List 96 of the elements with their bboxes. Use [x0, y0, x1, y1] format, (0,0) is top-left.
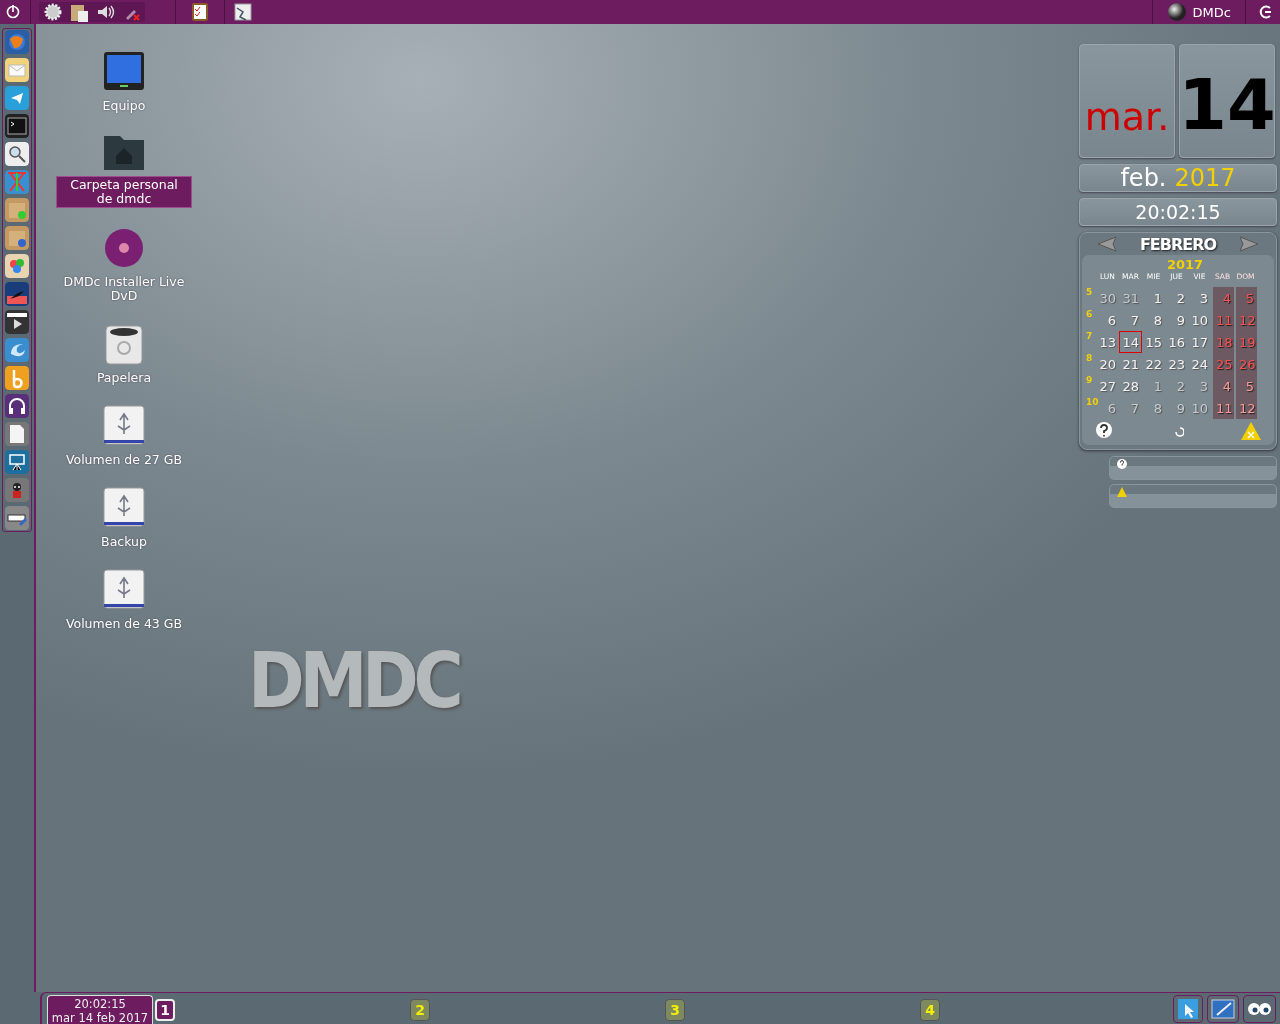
- sphere-icon: [1166, 2, 1187, 22]
- calendar-day[interactable]: 21: [1119, 353, 1142, 375]
- workspace-button[interactable]: 1: [155, 998, 175, 1021]
- help-icon[interactable]: [1094, 421, 1114, 441]
- calendar-day[interactable]: 8: [1150, 397, 1165, 419]
- clipboard-icon[interactable]: [69, 2, 89, 22]
- calendar-day[interactable]: 8: [1150, 309, 1165, 331]
- icon-label[interactable]: Volumen de 27 GB: [61, 452, 187, 468]
- calendar-day[interactable]: 14: [1119, 331, 1142, 353]
- calendar-day[interactable]: 6: [1104, 397, 1119, 419]
- paper-plane-icon[interactable]: [5, 86, 29, 110]
- week-number: 9: [1086, 375, 1093, 385]
- calendar-day[interactable]: 28: [1119, 375, 1142, 397]
- user-menu[interactable]: DMDc: [1156, 2, 1241, 22]
- calendar-day[interactable]: 26: [1236, 353, 1257, 375]
- calendar-day[interactable]: 22: [1142, 353, 1165, 375]
- calendar-day[interactable]: 4: [1213, 287, 1234, 309]
- calendar-day[interactable]: 1: [1150, 287, 1165, 309]
- calendar-day[interactable]: 31: [1119, 287, 1142, 309]
- icon-label[interactable]: Volumen de 43 GB: [61, 616, 187, 632]
- package-icon[interactable]: [5, 226, 29, 250]
- calendar-day[interactable]: 7: [1127, 309, 1142, 331]
- calendar-day[interactable]: 11: [1213, 397, 1234, 419]
- workspace-button[interactable]: 3: [665, 998, 685, 1021]
- calendar-day[interactable]: 16: [1165, 331, 1188, 353]
- week-number: 5: [1086, 287, 1093, 297]
- day-number: 14: [1179, 44, 1275, 158]
- workspace-button[interactable]: 2: [410, 998, 430, 1021]
- calendar-day[interactable]: 2: [1173, 375, 1188, 397]
- whiteboard-icon[interactable]: [5, 450, 29, 474]
- week-number: 6: [1086, 309, 1093, 319]
- workspace-button[interactable]: 4: [920, 998, 940, 1021]
- calendar-day[interactable]: 3: [1196, 375, 1211, 397]
- calendar-day[interactable]: 27: [1096, 375, 1119, 397]
- calendar-day[interactable]: 15: [1142, 331, 1165, 353]
- calendar-day[interactable]: 2: [1173, 287, 1188, 309]
- warning-icon[interactable]: [1240, 421, 1262, 441]
- icon-label[interactable]: DMDc Installer Live DvD: [57, 274, 191, 304]
- page-icon[interactable]: [5, 422, 29, 446]
- calendar-day[interactable]: 9: [1173, 309, 1188, 331]
- week-number: 10: [1086, 397, 1099, 407]
- calendar-day[interactable]: 12: [1236, 309, 1257, 331]
- calendar-day[interactable]: 4: [1213, 375, 1234, 397]
- pencil-icon[interactable]: [5, 506, 29, 530]
- calendar-day[interactable]: 17: [1188, 331, 1211, 353]
- help-icon[interactable]: [1116, 458, 1128, 470]
- checklist-icon[interactable]: [190, 1, 210, 23]
- weekday-label: mar.: [1079, 44, 1175, 158]
- time-label: 20:02:15: [1079, 198, 1277, 226]
- calendar-day[interactable]: 24: [1188, 353, 1211, 375]
- calendar-day[interactable]: 7: [1127, 397, 1142, 419]
- week-number: 7: [1086, 331, 1093, 341]
- cursor-icon[interactable]: [1177, 996, 1199, 1021]
- icon-label[interactable]: Papelera: [92, 370, 156, 386]
- icon-label[interactable]: Backup: [97, 534, 151, 550]
- gear-icon[interactable]: [43, 2, 63, 22]
- calendar-day[interactable]: 13: [1096, 331, 1119, 353]
- calendar-day[interactable]: 1: [1150, 375, 1165, 397]
- calendar-day[interactable]: 3: [1196, 287, 1211, 309]
- right-arrow-icon[interactable]: [1238, 235, 1260, 253]
- letter-b-icon[interactable]: [5, 366, 29, 390]
- left-arrow-icon[interactable]: [1096, 235, 1118, 253]
- year-title: 2017: [1165, 257, 1205, 272]
- warning-icon[interactable]: [1116, 486, 1128, 498]
- wallpaper-logo: DMDC: [248, 636, 459, 725]
- calendar-day[interactable]: 12: [1236, 397, 1257, 419]
- year-label: 2017: [1174, 164, 1236, 192]
- calendar-day[interactable]: 9: [1173, 397, 1188, 419]
- magnifier-icon[interactable]: [5, 142, 29, 166]
- month-title: FEBRERO: [1139, 234, 1217, 254]
- calendar-day[interactable]: 19: [1236, 331, 1257, 353]
- swirl-icon[interactable]: [5, 338, 29, 362]
- envelope-icon[interactable]: [5, 58, 29, 82]
- week-number: 8: [1086, 353, 1093, 363]
- calendar-day[interactable]: 20: [1096, 353, 1119, 375]
- window-icon[interactable]: [233, 2, 253, 22]
- monitor-pen-icon[interactable]: [1211, 996, 1235, 1021]
- month-label: feb.: [1120, 164, 1167, 192]
- icon-label[interactable]: Equipo: [98, 98, 150, 114]
- terminal-icon[interactable]: [5, 114, 29, 138]
- calendar-day[interactable]: 25: [1213, 353, 1234, 375]
- calendar-day[interactable]: 10: [1188, 397, 1211, 419]
- headphones-icon[interactable]: [5, 394, 29, 418]
- calendar-day[interactable]: 11: [1213, 309, 1234, 331]
- clock[interactable]: 20:02:15 mar 14 feb 2017: [47, 995, 153, 1024]
- calendar-day[interactable]: 5: [1236, 287, 1257, 309]
- calendar-day[interactable]: 6: [1104, 309, 1119, 331]
- calendar-day[interactable]: 23: [1165, 353, 1188, 375]
- calendar-day[interactable]: 30: [1096, 287, 1119, 309]
- calendar-day[interactable]: 10: [1188, 309, 1211, 331]
- calendar-day[interactable]: 18: [1213, 331, 1234, 353]
- icon-label[interactable]: Carpeta personal de dmdc: [56, 176, 192, 208]
- paint-splash-icon[interactable]: [5, 254, 29, 278]
- calendar-day[interactable]: 5: [1236, 375, 1257, 397]
- play-icon[interactable]: [5, 310, 29, 334]
- robot-icon[interactable]: [5, 478, 29, 502]
